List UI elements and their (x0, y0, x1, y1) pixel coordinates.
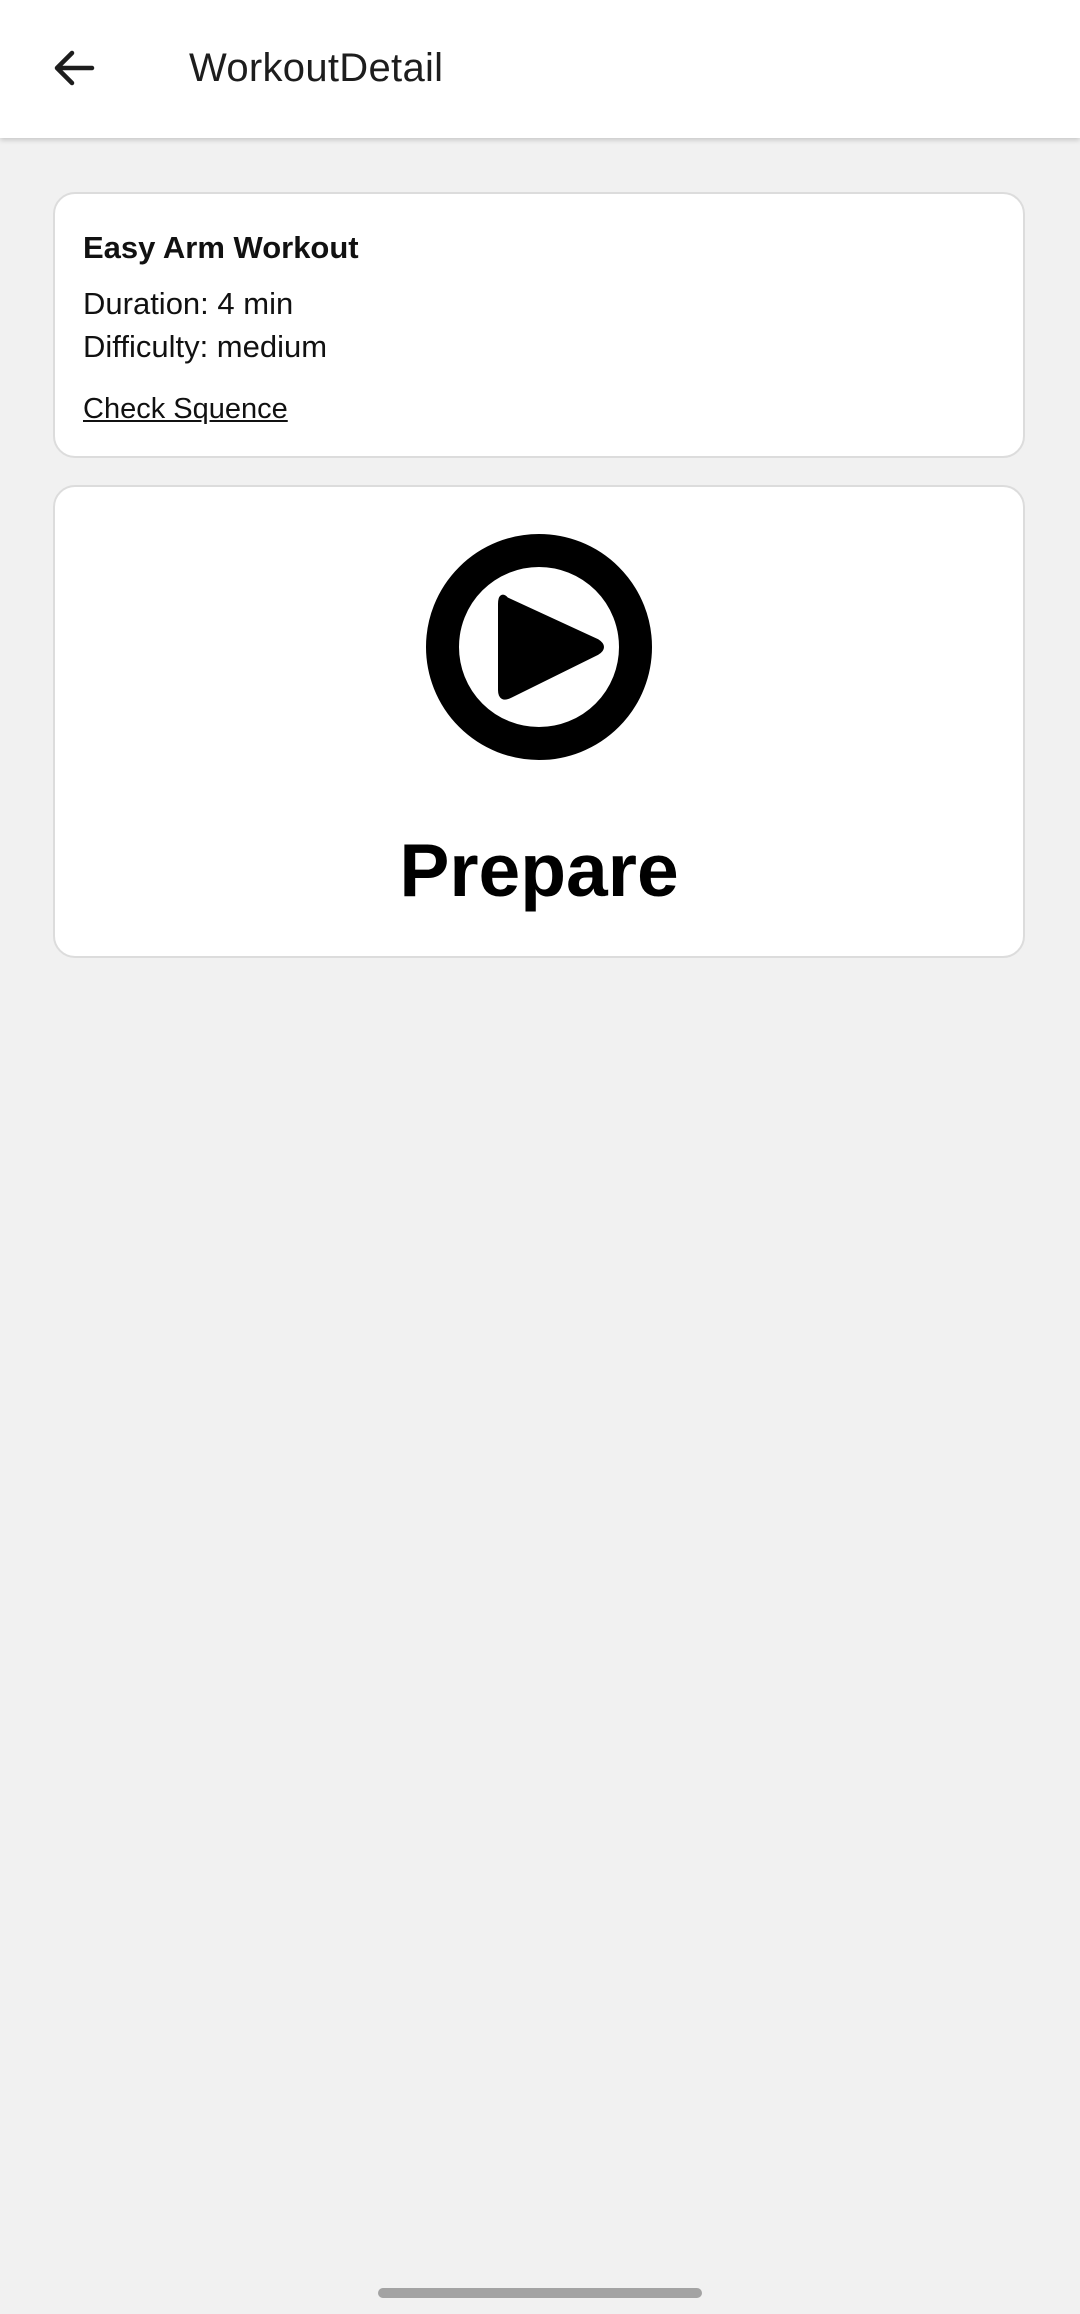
workout-duration: Duration: 4 min (83, 286, 294, 321)
workout-name: Easy Arm Workout (83, 230, 359, 265)
check-sequence-link[interactable]: Check Squence (83, 393, 288, 426)
gesture-navigation-bar[interactable] (378, 2288, 702, 2298)
workout-info-card: Easy Arm Workout Duration: 4 min Difficu… (53, 192, 1025, 458)
workout-difficulty: Difficulty: medium (83, 329, 328, 364)
arrow-left-icon (54, 50, 95, 86)
prepare-label: Prepare (399, 828, 679, 912)
page-title: WorkoutDetail (189, 46, 444, 90)
prepare-button[interactable]: Prepare (53, 485, 1025, 958)
play-circle-icon (426, 534, 652, 760)
back-button[interactable] (36, 30, 112, 106)
app-bar: WorkoutDetail (0, 0, 1080, 138)
